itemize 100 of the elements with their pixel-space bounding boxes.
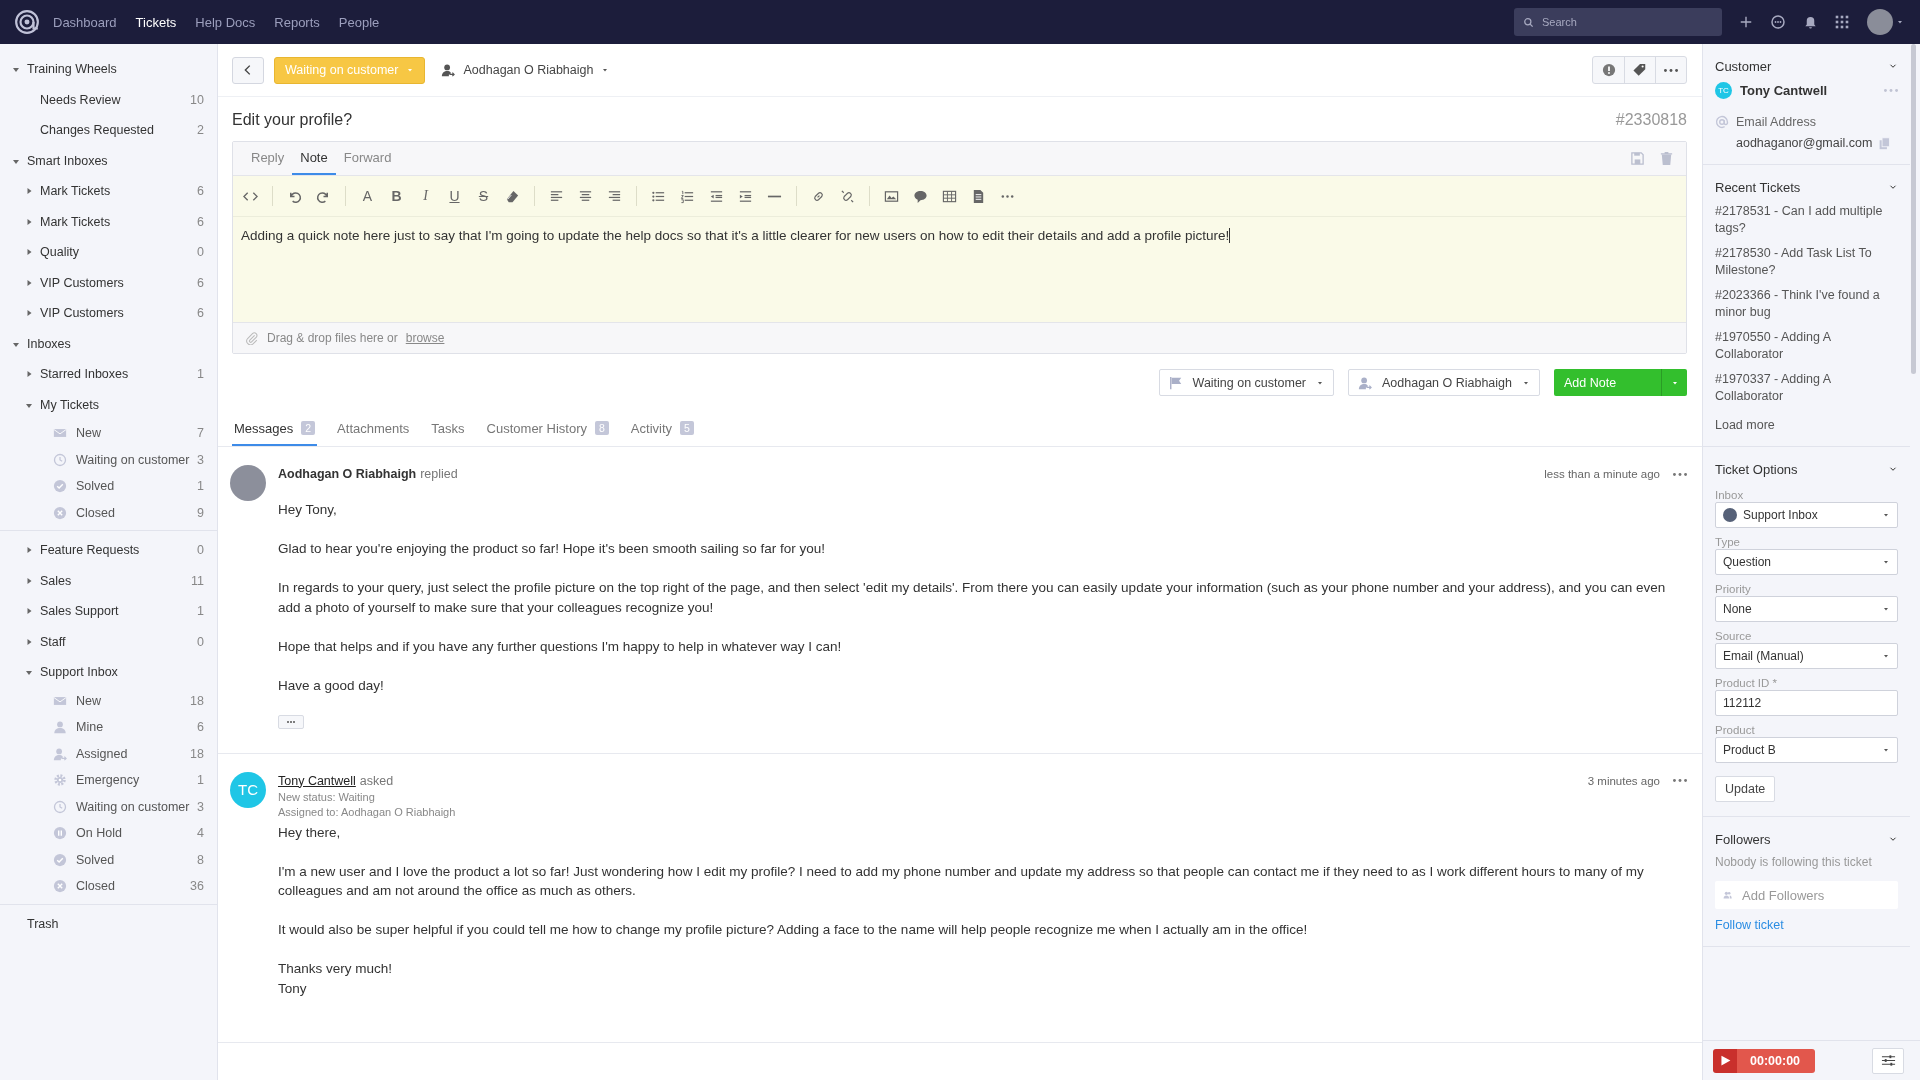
sidebar-item[interactable]: Assigned 18 [0, 740, 217, 767]
format-button[interactable]: B [389, 188, 404, 204]
chat-icon[interactable] [1770, 14, 1786, 30]
select-field[interactable]: Product B [1715, 737, 1898, 763]
search-field[interactable]: Search [1514, 8, 1722, 36]
eraser-icon[interactable] [505, 188, 520, 204]
message-paragraph: In regards to your query, just select the profile picture on the top right of the page, and then select 'edit my details'. From there you can easily update your information (such as your phone number and your address), and you can even add a photo of yourself to make sure that your colleagues recognize you! [278, 579, 1667, 617]
table-icon[interactable] [942, 188, 957, 204]
align-right-icon[interactable] [607, 188, 622, 204]
sidebar-item[interactable]: Solved 1 [0, 473, 217, 500]
nav-link[interactable]: Help Docs [195, 14, 256, 30]
author-link[interactable]: Tony Cantwell [278, 773, 356, 788]
image-icon[interactable] [884, 188, 899, 204]
settings-button[interactable] [1872, 1047, 1904, 1074]
caret-icon [25, 217, 33, 226]
search-input[interactable]: Search [1542, 9, 1712, 35]
document-icon[interactable] [971, 188, 986, 204]
format-button[interactable]: U [447, 188, 462, 204]
plus-icon[interactable] [1739, 15, 1753, 29]
update-button[interactable]: Update [1715, 776, 1776, 802]
indent-icon[interactable] [738, 188, 753, 204]
select-field[interactable]: Question [1715, 549, 1898, 575]
recent-ticket-link[interactable]: #2178531 - Can I add multiple tags? [1715, 203, 1898, 236]
sidebar-item[interactable]: Closed 9 [0, 499, 217, 526]
nav-link[interactable]: Dashboard [53, 14, 117, 30]
ticket-number: #2330818 [1615, 111, 1687, 129]
sidebar-item[interactable]: Support Inbox [0, 657, 217, 688]
sidebar-item[interactable]: Quality 0 [0, 237, 217, 268]
sidebar-item[interactable]: Mark Tickets 6 [0, 206, 217, 237]
assignee-dropdown[interactable]: Aodhagan O Riabhaigh [463, 63, 594, 77]
logo-icon[interactable] [14, 9, 40, 35]
status-dropdown[interactable]: Waiting on customer [1158, 369, 1335, 396]
sidebar-item[interactable]: VIP Customers 6 [0, 267, 217, 298]
sidebar-item[interactable]: Smart Inboxes [0, 145, 217, 176]
align-left-icon[interactable] [549, 188, 564, 204]
outdent-icon[interactable] [709, 188, 724, 204]
sidebar-item[interactable]: Staff 0 [0, 626, 217, 657]
timer-button[interactable]: 00:00:00 [1713, 1048, 1816, 1073]
sidebar-item[interactable]: Starred Inboxes 1 [0, 359, 217, 390]
sidebar-item[interactable]: Closed 36 [0, 873, 217, 900]
caret-icon [25, 370, 33, 379]
sidebar-item[interactable]: Feature Requests 0 [0, 535, 217, 566]
content-tab[interactable]: Tasks [429, 412, 467, 446]
nav-link[interactable]: Reports [274, 14, 320, 30]
content-tab[interactable]: Messages 2 [232, 412, 318, 446]
nav-link[interactable]: People [338, 14, 380, 30]
show-quoted-button[interactable] [278, 714, 304, 729]
sidebar-item[interactable]: New 7 [0, 420, 217, 447]
more-icon[interactable] [1673, 779, 1687, 782]
assignee-dropdown[interactable]: Aodhagan O Riabhaigh [1348, 369, 1540, 396]
sidebar-item[interactable]: Mark Tickets 6 [0, 176, 217, 207]
note-editor[interactable]: Adding a quick note here just to say that I'm going to update the help docs so that it's a little clearer for new users on how to edit their details and add a profile picture! [233, 217, 1686, 322]
select-field[interactable]: Email (Manual) [1715, 643, 1898, 669]
select-field[interactable]: Support Inbox [1715, 502, 1898, 528]
sidebar-item[interactable]: Changes Requested 2 [0, 115, 217, 146]
recent-ticket-link[interactable]: #1970337 - Adding A Collaborator [1715, 371, 1898, 404]
sidebar-item[interactable]: Training Wheels [0, 54, 217, 85]
sidebar-item[interactable]: Needs Review 10 [0, 84, 217, 115]
speech-bubble-icon[interactable] [913, 188, 928, 204]
input-field[interactable]: 112112 [1715, 690, 1898, 716]
unlink-icon[interactable] [840, 188, 855, 204]
recent-ticket-link[interactable]: #2023366 - Think I've found a minor bug [1715, 287, 1898, 320]
load-more-link[interactable]: Load more [1715, 418, 1898, 432]
align-center-icon[interactable] [578, 188, 593, 204]
apps-grid-icon[interactable] [1835, 14, 1850, 30]
sidebar-item[interactable]: Sales Support 1 [0, 596, 217, 627]
sidebar-item[interactable]: Mine 6 [0, 714, 217, 741]
add-followers-field[interactable]: Add Followers [1715, 881, 1898, 909]
sidebar-item[interactable]: Waiting on customer 3 [0, 446, 217, 473]
field-label: Type [1715, 536, 1741, 548]
recent-ticket-link[interactable]: #1970550 - Adding A Collaborator [1715, 329, 1898, 362]
customer-name[interactable]: Tony Cantwell [1740, 83, 1828, 98]
avatar-placeholder[interactable] [1867, 9, 1893, 35]
sidebar-item[interactable]: My Tickets [0, 389, 217, 420]
sidebar-item[interactable]: Waiting on customer 3 [0, 793, 217, 820]
sidebar-item[interactable]: Sales 11 [0, 565, 217, 596]
caret-icon [25, 278, 33, 287]
numbered-list-icon[interactable] [680, 188, 695, 204]
sidebar-item[interactable]: Solved 8 [0, 846, 217, 873]
nav-link[interactable]: Tickets [135, 14, 177, 30]
x-circle-icon [53, 505, 67, 520]
select-field[interactable]: None [1715, 596, 1898, 622]
add-followers-input[interactable]: Add Followers [1742, 882, 1892, 908]
sidebar-item[interactable]: Inboxes [0, 328, 217, 359]
sidebar-item[interactable]: VIP Customers 6 [0, 298, 217, 329]
sidebar-item[interactable]: Trash [0, 908, 217, 939]
message-paragraph: Hey Tony, [278, 501, 338, 519]
content-tab[interactable]: Activity 5 [628, 412, 696, 446]
format-button[interactable]: A [360, 188, 375, 204]
sidebar-item[interactable]: Emergency 1 [0, 767, 217, 794]
x-circle-icon [53, 879, 67, 894]
sidebar-item[interactable]: New 18 [0, 687, 217, 714]
more-icon[interactable] [1673, 472, 1687, 476]
format-button[interactable]: I [418, 188, 433, 204]
message-paragraph: Hope that helps and if you have any further questions I'm happy to help in whatever way I can! [278, 637, 843, 656]
format-button[interactable]: S [476, 188, 491, 204]
bell-icon[interactable] [1803, 14, 1818, 30]
content-tab[interactable]: Attachments [335, 412, 412, 446]
sidebar-item[interactable]: On Hold 4 [0, 820, 217, 847]
recent-ticket-link[interactable]: #2178530 - Add Task List To Milestone? [1715, 245, 1898, 278]
